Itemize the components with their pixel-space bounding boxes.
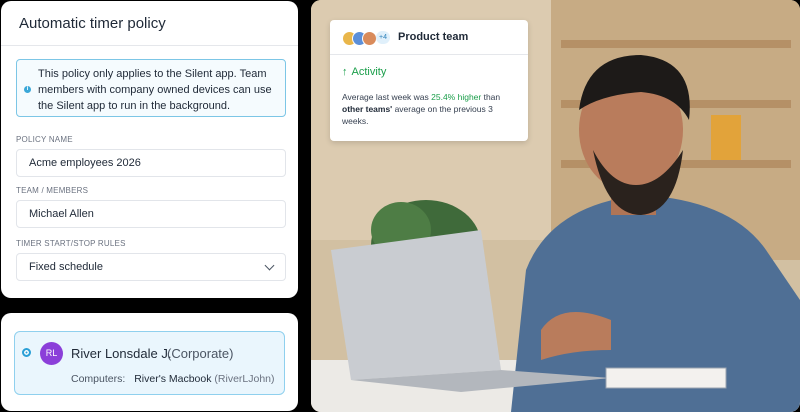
timer-rules-select[interactable]: Fixed schedule <box>16 253 286 281</box>
info-notice: i This policy only applies to the Silent… <box>16 59 286 117</box>
policy-card: Automatic timer policy i This policy onl… <box>1 1 298 298</box>
computer-name: River's Macbook <box>134 373 212 385</box>
policy-name-input[interactable]: Acme employees 2026 <box>16 149 286 177</box>
activity-card: +4 Product team ↑ Activity Average last w… <box>330 20 528 141</box>
member-role: (Corporate) <box>167 346 234 361</box>
computers-label: Computers: <box>71 373 126 385</box>
policy-title: Automatic timer policy <box>1 1 298 46</box>
team-avatar <box>362 31 377 46</box>
team-name: Product team <box>398 31 469 43</box>
avatar: RL <box>40 342 63 365</box>
arrow-up-icon: ↑ <box>342 66 348 78</box>
extra-members-badge: +4 <box>376 31 390 44</box>
member-radio[interactable] <box>22 348 31 357</box>
timer-rules-value: Fixed schedule <box>29 261 103 273</box>
summary-text: Average last week was <box>342 92 432 102</box>
member-name: River Lonsdale J. <box>71 346 172 361</box>
activity-heading: ↑ Activity <box>342 66 386 78</box>
timer-rules-label: TIMER START/STOP RULES <box>16 239 126 248</box>
computers-row: Computers: River's Macbook (RiverLJohn) <box>71 373 275 385</box>
activity-card-header: +4 Product team <box>330 20 528 55</box>
member-option[interactable]: RL River Lonsdale J. (Corporate) Compute… <box>14 331 285 395</box>
summary-highlight: 25.4% higher <box>431 92 482 102</box>
computer-handle: (RiverLJohn) <box>214 373 275 385</box>
team-members-input[interactable]: Michael Allen <box>16 200 286 228</box>
info-icon: i <box>24 86 31 93</box>
summary-bold: other teams' <box>342 104 393 114</box>
member-card: RL River Lonsdale J. (Corporate) Compute… <box>1 313 298 411</box>
activity-title: Activity <box>351 66 387 78</box>
policy-name-label: POLICY NAME <box>16 135 73 144</box>
chevron-down-icon[interactable] <box>264 260 275 271</box>
activity-summary: Average last week was 25.4% higher than … <box>342 91 520 127</box>
info-text: This policy only applies to the Silent a… <box>38 68 272 112</box>
summary-text: than <box>481 92 501 102</box>
team-members-label: TEAM / MEMBERS <box>16 186 89 195</box>
